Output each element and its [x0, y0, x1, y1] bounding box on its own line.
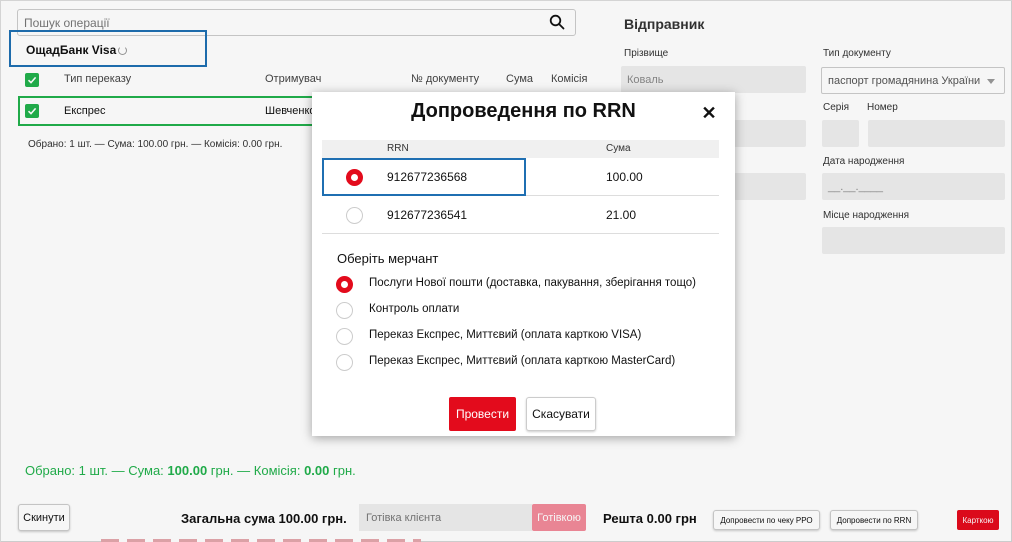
- column-header-doc-number[interactable]: № документу: [411, 73, 479, 85]
- sender-title: Відправник: [624, 16, 705, 32]
- column-header-rrn: RRN: [387, 143, 409, 154]
- rrn-sum: 100.00: [606, 170, 643, 184]
- close-icon[interactable]: ✕: [700, 103, 718, 123]
- sender-field-partial[interactable]: [734, 120, 806, 147]
- submit-button[interactable]: Провести: [449, 397, 516, 431]
- column-header-fee[interactable]: Комісія: [551, 73, 587, 85]
- search-icon[interactable]: [549, 14, 565, 30]
- series-field[interactable]: [822, 120, 859, 147]
- selection-summary: Обрано: 1 шт. — Сума: 100.00 грн. — Комі…: [25, 463, 356, 478]
- merchant-radio[interactable]: [336, 354, 353, 371]
- merchant-option-label[interactable]: Переказ Експрес, Миттєвий (оплата картко…: [369, 355, 675, 367]
- birth-place-label: Місце народження: [823, 210, 910, 221]
- complete-by-rrn-button[interactable]: Допровести по RRN: [830, 510, 918, 530]
- column-header-sum: Сума: [606, 143, 631, 154]
- column-header-recipient[interactable]: Отримувач: [265, 73, 321, 85]
- merchant-radio-selected[interactable]: [336, 276, 353, 293]
- birth-place-field[interactable]: [822, 227, 1005, 254]
- rrn-completion-dialog: Допроведення по RRN ✕ RRN Сума 912677236…: [312, 92, 735, 436]
- loading-spinner-icon: [118, 46, 127, 55]
- rrn-radio[interactable]: [346, 207, 363, 224]
- app-page: ОщадБанк Visa Тип переказу Отримувач № д…: [0, 0, 1012, 542]
- row-recipient: Шевченко: [265, 105, 316, 117]
- pay-card-button[interactable]: Карткою: [957, 510, 999, 530]
- rrn-table-header: RRN Сума: [322, 140, 719, 158]
- doc-type-label: Тип документу: [823, 48, 891, 59]
- row-transfer-type: Експрес: [64, 105, 106, 117]
- selection-summary-small: Обрано: 1 шт. — Сума: 100.00 грн. — Комі…: [28, 139, 283, 150]
- select-all-checkbox[interactable]: [25, 73, 39, 87]
- checkmark-icon: [27, 107, 37, 115]
- sender-field-partial[interactable]: [734, 173, 806, 200]
- merchant-option-label[interactable]: Переказ Експрес, Миттєвий (оплата картко…: [369, 329, 641, 341]
- column-header-type[interactable]: Тип переказу: [64, 73, 131, 85]
- dialog-title: Допроведення по RRN: [411, 100, 636, 122]
- surname-field[interactable]: Коваль: [621, 66, 806, 93]
- number-label: Номер: [867, 102, 898, 113]
- doc-type-select[interactable]: паспорт громадянина України: [821, 67, 1005, 94]
- bank-name[interactable]: ОщадБанк Visa: [26, 43, 116, 57]
- row-checkbox[interactable]: [25, 104, 39, 118]
- total-sum: Загальна сума 100.00 грн.: [181, 511, 347, 526]
- chevron-down-icon: [987, 79, 995, 84]
- number-field[interactable]: [868, 120, 1005, 147]
- cancel-button[interactable]: Скасувати: [526, 397, 596, 431]
- rrn-row[interactable]: 912677236541 21.00: [322, 197, 719, 234]
- complete-by-rro-button[interactable]: Допровести по чеку РРО: [713, 510, 820, 530]
- merchant-option-label[interactable]: Контроль оплати: [369, 303, 459, 315]
- birth-date-label: Дата народження: [823, 156, 905, 167]
- rrn-sum: 21.00: [606, 208, 637, 222]
- merchant-option-label[interactable]: Послуги Нової пошти (доставка, пакування…: [369, 277, 696, 289]
- checkmark-icon: [27, 76, 37, 84]
- birth-date-field[interactable]: __.__.____: [822, 173, 1005, 200]
- merchant-radio[interactable]: [336, 302, 353, 319]
- reset-button[interactable]: Скинути: [18, 504, 70, 531]
- series-label: Серія: [823, 102, 849, 113]
- rrn-highlight-frame: [322, 158, 526, 196]
- rrn-value: 912677236541: [387, 208, 468, 222]
- change-amount: Решта 0.00 грн: [603, 511, 697, 526]
- column-header-sum[interactable]: Сума: [506, 73, 533, 85]
- doc-type-value: паспорт громадянина України: [828, 74, 981, 87]
- pay-cash-button[interactable]: Готівкою: [532, 504, 586, 531]
- surname-label: Прізвище: [624, 48, 669, 59]
- client-cash-input[interactable]: Готівка клієнта: [359, 504, 532, 531]
- merchant-radio[interactable]: [336, 328, 353, 345]
- merchant-title: Оберіть мерчант: [337, 251, 439, 266]
